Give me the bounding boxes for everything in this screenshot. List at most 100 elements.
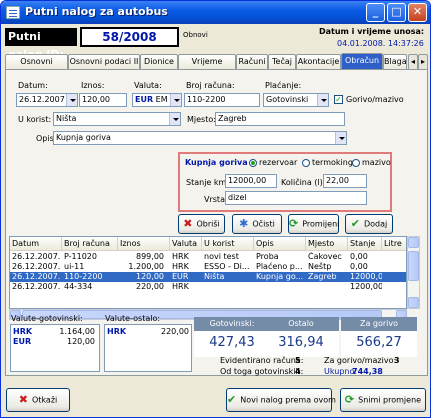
- close-button[interactable]: ✕: [408, 3, 427, 22]
- radio-termoking-dot[interactable]: [302, 158, 310, 167]
- radio-rezervoar[interactable]: rezervoar: [249, 158, 297, 167]
- col-datum[interactable]: Datum: [10, 237, 62, 251]
- currency-line: EUR 120,00: [13, 337, 97, 347]
- scroll-down-icon[interactable]: [408, 297, 419, 308]
- title-bar[interactable]: Putni nalog za autobus _ □ ✕: [1, 1, 430, 24]
- stanje-km-input[interactable]: 12000,00: [225, 174, 277, 188]
- table-cell: ui-11: [64, 262, 85, 271]
- datum-value: 26.12.2007: [19, 95, 65, 104]
- table-cell: P-11020: [64, 252, 97, 261]
- table-cell: Proba: [256, 252, 279, 261]
- table-row[interactable]: 26.12.2007. 110-2200 120,00 EUR Ništa Kupnja …: [10, 272, 406, 282]
- table-row[interactable]: 26.12.2007. ui-11 1.200,00 HRK ESSO - Di... P…: [10, 262, 406, 272]
- refresh-link[interactable]: Obnovi: [183, 31, 208, 39]
- col-broj-racuna[interactable]: Broj računa: [62, 237, 118, 251]
- chevron-down-icon[interactable]: [335, 132, 346, 144]
- col-iznos[interactable]: Iznos: [118, 237, 170, 251]
- col-mjesto[interactable]: Mjesto: [306, 237, 348, 251]
- save-button-label: Snimi promjene: [358, 395, 422, 405]
- radio-mazivo[interactable]: mazivo: [352, 158, 391, 167]
- minimize-button[interactable]: _: [366, 3, 385, 22]
- tab-osnovni-1[interactable]: Osnovni podaci I: [5, 54, 68, 80]
- opis-select[interactable]: Kupnja goriva: [53, 131, 347, 145]
- maximize-button[interactable]: □: [387, 3, 406, 22]
- table-cell: Zagreb: [308, 272, 337, 281]
- valuta-select[interactable]: EUR EM: [132, 93, 182, 107]
- table-vertical-scrollbar[interactable]: [407, 236, 420, 309]
- radio-termoking[interactable]: termoking: [302, 158, 353, 167]
- new-order-button[interactable]: ✔ Novi nalog prema ovom: [226, 388, 336, 412]
- iznos-label: Iznos:: [81, 81, 105, 90]
- tab-akontacije[interactable]: Akontacije: [296, 54, 341, 69]
- col-litre[interactable]: Litre: [382, 237, 406, 251]
- mjesto-input[interactable]: Zagreb: [215, 112, 345, 126]
- datum-field[interactable]: 26.12.2007: [16, 93, 78, 107]
- table-cell: 110-2200: [64, 272, 103, 281]
- table-cell: [382, 252, 406, 262]
- cancel-button[interactable]: ✖ Otkaži: [6, 388, 70, 412]
- col-opis[interactable]: Opis: [254, 237, 306, 251]
- currency-code: HRK: [107, 327, 127, 336]
- tab-vrijeme-voznje[interactable]: Vrijeme vožnje: [178, 54, 236, 80]
- main-window: Putni nalog za autobus _ □ ✕ Putni nalog…: [0, 0, 431, 418]
- table-row[interactable]: 26.12.2007. P-11020 899,00 HRK novi test Prob…: [10, 252, 406, 262]
- tab-osnovni-2[interactable]: Osnovni podaci II: [68, 54, 140, 69]
- change-button-label: Promijeni: [302, 219, 340, 229]
- table-cell: [202, 282, 254, 292]
- scroll-thumb[interactable]: [408, 251, 419, 281]
- ukorist-select[interactable]: Ništa: [53, 112, 181, 126]
- chevron-down-icon[interactable]: [170, 94, 181, 106]
- table-cell: 44-334: [64, 282, 93, 291]
- clear-button-label: Očisti: [252, 219, 275, 229]
- chevron-down-icon[interactable]: [317, 94, 328, 106]
- save-button[interactable]: ⟳ Snimi promjene: [340, 388, 426, 412]
- tab-racuni[interactable]: Računi: [236, 54, 268, 69]
- tab-obracun[interactable]: Obračun: [341, 53, 383, 70]
- placanje-value: Gotovinski: [266, 95, 309, 104]
- delete-button[interactable]: ✖ Obriši: [178, 214, 225, 234]
- order-id-value: 58/2008: [80, 27, 179, 47]
- gorivo-checkbox[interactable]: ✓: [334, 95, 343, 104]
- chevron-down-icon[interactable]: [169, 113, 180, 125]
- table-cell: Kupnja go...: [256, 272, 304, 281]
- tab-dionice[interactable]: Dionice: [140, 54, 178, 69]
- kolicina-input[interactable]: 22,00: [323, 174, 367, 188]
- table-cell: 220,00: [136, 282, 164, 291]
- chevron-down-icon[interactable]: [66, 94, 77, 106]
- change-button[interactable]: ⟳ Promijeni: [288, 214, 339, 234]
- tab-scroll-right-icon[interactable]: ▸: [418, 54, 428, 69]
- entry-date-label: Datum i vrijeme unosa:: [319, 27, 425, 36]
- iznos-input[interactable]: 120,00: [79, 93, 127, 107]
- table-cell: EUR: [172, 272, 189, 281]
- table-cell: Ništa: [204, 272, 225, 281]
- valuta-country: EM: [155, 95, 168, 104]
- stat-ostalo: Ostalo 316,94: [263, 317, 339, 357]
- table-cell: 26.12.2007.: [12, 262, 61, 271]
- radio-rezervoar-label: rezervoar: [259, 158, 298, 167]
- table-cell: Neštp: [308, 262, 332, 271]
- tab-tecaj[interactable]: Tečaj: [268, 54, 296, 69]
- x-icon: ✖: [18, 393, 28, 406]
- add-button[interactable]: ✔ Dodaj: [345, 214, 393, 234]
- broj-racuna-input[interactable]: 110-2200: [184, 93, 260, 107]
- invoice-table: Datum Broj računa Iznos Valuta U korist …: [9, 236, 407, 309]
- radio-rezervoar-dot[interactable]: [249, 158, 257, 167]
- clear-button[interactable]: ✱ Očisti: [232, 214, 282, 234]
- scroll-up-icon[interactable]: [408, 237, 419, 248]
- tab-blagajna[interactable]: Blaga: [383, 54, 407, 69]
- stat-gorivo-label: Za gorivo: [341, 317, 417, 331]
- vrsta-input[interactable]: dizel: [225, 191, 367, 205]
- col-u-korist[interactable]: U korist: [202, 237, 254, 251]
- radio-mazivo-dot[interactable]: [352, 158, 360, 167]
- entry-date-value: 04.01.2008. 14:37:26: [337, 39, 424, 48]
- table-row[interactable]: 26.12.2007. 44-334 220,00 HRK 1200,00: [10, 282, 406, 292]
- od-toga-label: Od toga gotovinskih:: [220, 367, 304, 376]
- col-valuta[interactable]: Valuta: [170, 237, 202, 251]
- col-stanje[interactable]: Stanje: [348, 237, 382, 251]
- placanje-select[interactable]: Gotovinski: [263, 93, 329, 107]
- tab-scroll-left-icon[interactable]: ◂: [408, 54, 418, 69]
- table-cell: [254, 282, 306, 292]
- checkmark-icon: ✔: [227, 393, 237, 406]
- ukupno-value: 744,38: [352, 367, 383, 376]
- table-cell: [382, 262, 406, 272]
